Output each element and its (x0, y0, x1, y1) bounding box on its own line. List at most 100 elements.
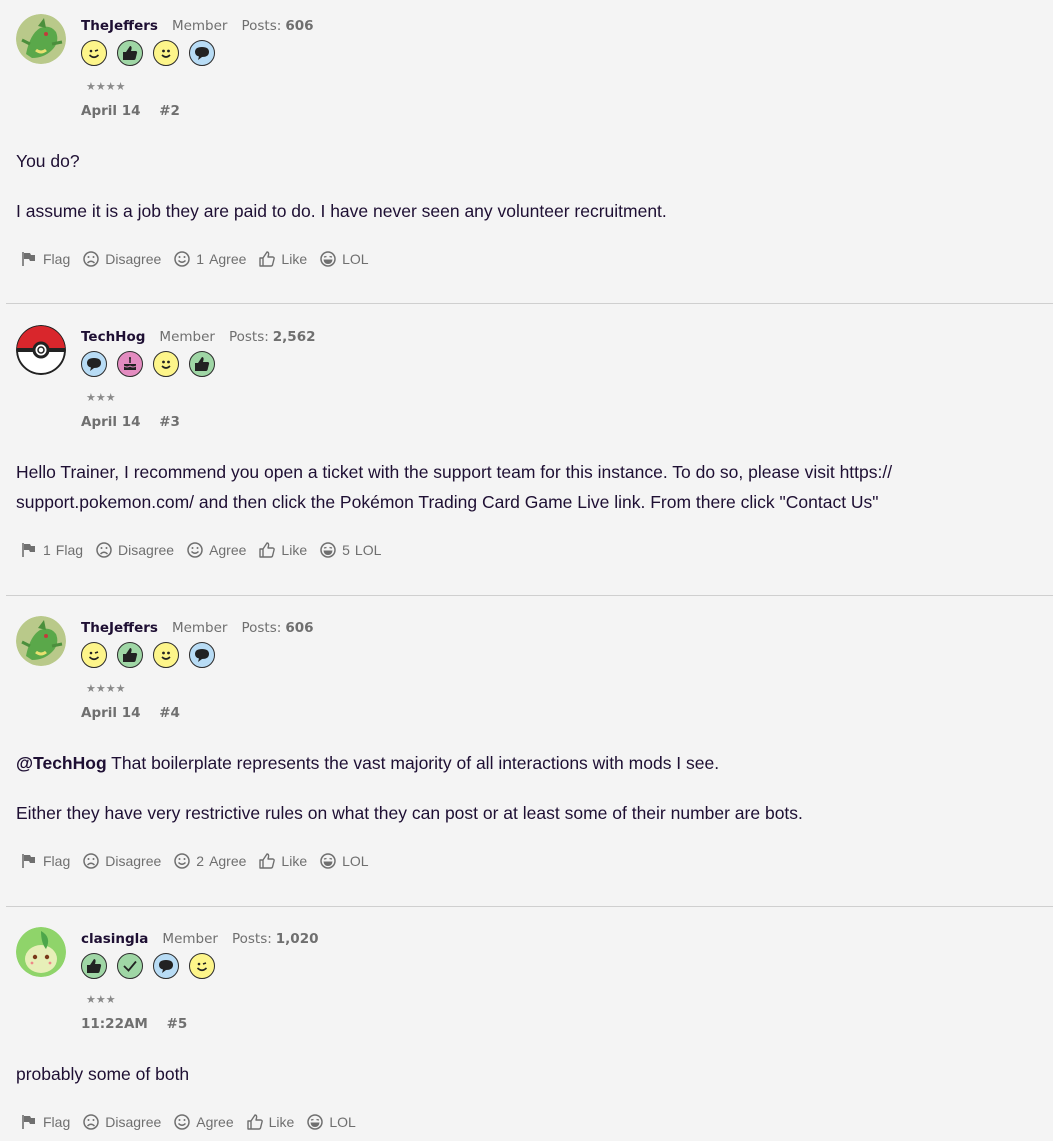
user-mention-link[interactable]: @TechHog (16, 753, 107, 773)
post-date-line: April 14 #3 (81, 414, 194, 430)
agree-button[interactable]: Agree (173, 1113, 234, 1131)
avatar[interactable] (16, 14, 66, 64)
posts-label: Posts: (241, 620, 282, 636)
cake-badge-icon[interactable] (117, 351, 143, 377)
flag-button[interactable]: Flag (20, 1113, 70, 1131)
post-paragraph: probably some of both (16, 1064, 190, 1084)
lol-button[interactable]: LOL (306, 1113, 356, 1131)
user-role: Member (159, 329, 215, 345)
lol-button[interactable]: 5 LOL (319, 541, 381, 559)
disagree-button[interactable]: Disagree (95, 541, 174, 559)
disagree-button[interactable]: Disagree (82, 1113, 161, 1131)
agree-button[interactable]: Agree (186, 541, 246, 559)
post-number[interactable]: #5 (167, 1016, 188, 1032)
comment-badge-icon[interactable] (189, 642, 215, 668)
smile-icon (173, 852, 191, 870)
comment-badge-icon[interactable] (189, 40, 215, 66)
laugh-icon (319, 541, 337, 559)
post-body: Hello Trainer, I recommend you open a ti… (16, 457, 1026, 537)
smile-icon (186, 541, 204, 559)
posts-count: 606 (285, 18, 314, 34)
post-paragraph: You do? (16, 151, 80, 171)
posts-label: Posts: (228, 329, 269, 345)
username-link[interactable]: TheJeffers (81, 620, 158, 636)
post-body: @TechHog That boilerplate represents the… (16, 748, 1026, 848)
flag-button[interactable]: Flag (20, 250, 70, 268)
like-button[interactable]: Like (258, 541, 307, 559)
badge-row (81, 953, 215, 979)
rank-stars: ★★★ (86, 993, 116, 1006)
wink-badge-icon[interactable] (81, 40, 107, 66)
flag-button[interactable]: 1 Flag (20, 541, 83, 559)
check-badge-icon[interactable] (117, 953, 143, 979)
post-meta: clasingla Member Posts: 1,020 (81, 931, 318, 947)
username-link[interactable]: clasingla (81, 931, 148, 947)
username-link[interactable]: TechHog (81, 329, 145, 345)
smile-badge-icon[interactable] (153, 351, 179, 377)
comment-badge-icon[interactable] (153, 953, 179, 979)
like-button[interactable]: Like (258, 852, 307, 870)
post-date-line: 11:22AM #5 (81, 1016, 201, 1032)
flag-icon (20, 541, 38, 559)
post-number[interactable]: #4 (159, 705, 180, 721)
agree-button[interactable]: 2 Agree (173, 852, 246, 870)
badge-row (81, 351, 215, 377)
like-badge-icon[interactable] (189, 351, 215, 377)
rank-stars: ★★★★ (86, 80, 126, 93)
post-date[interactable]: April 14 (81, 103, 141, 119)
user-role: Member (171, 18, 228, 34)
avatar[interactable] (16, 616, 66, 666)
like-button[interactable]: Like (246, 1113, 294, 1131)
post: TechHog Member Posts: 2,562 ★★★ April 14… (6, 311, 1053, 596)
post-date[interactable]: 11:22AM (81, 1016, 148, 1032)
posts-count: 1,020 (275, 931, 319, 947)
posts-label: Posts: (241, 18, 282, 34)
smile-badge-icon[interactable] (153, 642, 179, 668)
flag-icon (20, 1113, 38, 1131)
post-date-line: April 14 #2 (81, 103, 194, 119)
post: TheJeffers Member Posts: 606 ★★★★ April … (6, 602, 1053, 907)
flag-icon (20, 852, 38, 870)
post-number[interactable]: #2 (159, 103, 180, 119)
post-meta: TheJeffers Member Posts: 606 (81, 18, 314, 34)
reaction-bar: Flag Disagree 2 Agree Like LOL (20, 852, 381, 870)
post-paragraph: I assume it is a job they are paid to do… (16, 201, 667, 221)
user-role: Member (162, 931, 218, 947)
agree-button[interactable]: 1 Agree (173, 250, 246, 268)
wink-badge-icon[interactable] (189, 953, 215, 979)
laugh-icon (306, 1113, 324, 1131)
lol-button[interactable]: LOL (319, 250, 369, 268)
post-date-line: April 14 #4 (81, 705, 194, 721)
laugh-icon (319, 852, 337, 870)
post: TheJeffers Member Posts: 606 ★★★★ April … (6, 0, 1053, 304)
avatar[interactable] (16, 927, 66, 977)
rank-stars: ★★★ (86, 391, 116, 404)
lol-button[interactable]: LOL (319, 852, 369, 870)
post-number[interactable]: #3 (159, 414, 180, 430)
avatar[interactable] (16, 325, 66, 375)
flag-button[interactable]: Flag (20, 852, 70, 870)
frown-icon (82, 1113, 100, 1131)
comment-badge-icon[interactable] (81, 351, 107, 377)
post-date[interactable]: April 14 (81, 414, 141, 430)
frown-icon (82, 250, 100, 268)
laugh-icon (319, 250, 337, 268)
like-badge-icon[interactable] (81, 953, 107, 979)
like-badge-icon[interactable] (117, 40, 143, 66)
reaction-bar: Flag Disagree 1 Agree Like LOL (20, 250, 381, 268)
wink-badge-icon[interactable] (81, 642, 107, 668)
post: clasingla Member Posts: 1,020 ★★★ 11:22A… (6, 913, 1053, 1141)
disagree-button[interactable]: Disagree (82, 852, 161, 870)
smile-icon (173, 1113, 191, 1131)
flag-icon (20, 250, 38, 268)
post-body: You do? I assume it is a job they are pa… (16, 146, 1026, 246)
post-date[interactable]: April 14 (81, 705, 141, 721)
badge-row (81, 642, 215, 668)
badge-row (81, 40, 215, 66)
disagree-button[interactable]: Disagree (82, 250, 161, 268)
smile-badge-icon[interactable] (153, 40, 179, 66)
like-button[interactable]: Like (258, 250, 307, 268)
username-link[interactable]: TheJeffers (81, 18, 158, 34)
post-meta: TechHog Member Posts: 2,562 (81, 329, 315, 345)
like-badge-icon[interactable] (117, 642, 143, 668)
